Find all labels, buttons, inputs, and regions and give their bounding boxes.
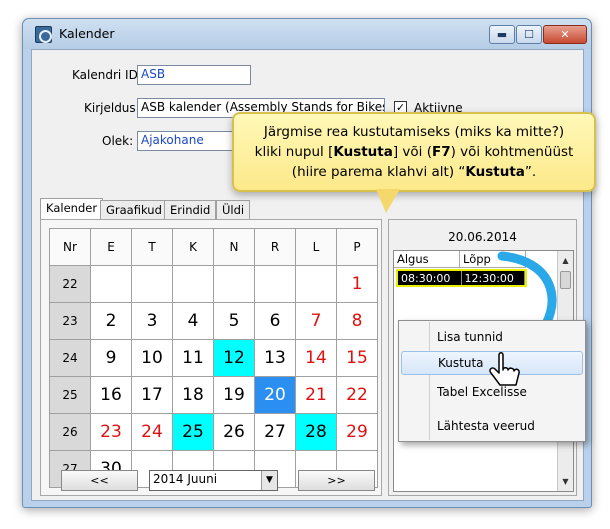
day-cell[interactable] — [296, 266, 337, 303]
day-cell[interactable]: 24 — [132, 414, 173, 451]
col-header: N — [214, 229, 255, 266]
callout-line-3: (hiire parema klahvi alt) “Kustuta”. — [291, 164, 537, 180]
day-cell[interactable]: 4 — [173, 303, 214, 340]
day-cell[interactable]: 15 — [337, 340, 378, 377]
row-start-time: 08:30:00 — [398, 271, 462, 285]
day-cell[interactable] — [132, 266, 173, 303]
day-cell[interactable]: 8 — [337, 303, 378, 340]
callout-line-2: kliki nupul [Kustuta] või (F7) või kohtm… — [254, 144, 574, 160]
day-cell[interactable]: 22 — [337, 377, 378, 414]
week-number: 24 — [50, 340, 91, 377]
tab-graafikud[interactable]: Graafikud — [100, 200, 168, 220]
title-bar[interactable]: Kalender ▬ ☐ ✕ — [23, 19, 591, 49]
day-cell[interactable]: 29 — [337, 414, 378, 451]
month-select[interactable]: 2014 Juuni ▼ — [149, 470, 278, 491]
day-cell[interactable]: 5 — [214, 303, 255, 340]
tab-uldine[interactable]: Üldi — [216, 200, 251, 220]
day-cell[interactable]: 27 — [255, 414, 296, 451]
calendar-id-field[interactable]: ASB — [137, 65, 251, 85]
col-header-start[interactable]: Algus — [394, 251, 460, 268]
week-number: 23 — [50, 303, 91, 340]
scroll-down-icon[interactable]: ▼ — [558, 474, 573, 489]
description-label: Kirjeldus: — [84, 101, 140, 115]
calendar-app-icon — [35, 26, 52, 43]
hand-cursor-icon — [489, 352, 520, 386]
col-header: T — [132, 229, 173, 266]
day-cell[interactable]: 17 — [132, 377, 173, 414]
tab-kalender[interactable]: Kalender — [40, 198, 104, 220]
prev-month-button[interactable]: << — [61, 470, 138, 491]
day-cell[interactable]: 12 — [214, 340, 255, 377]
day-cell[interactable]: 23 — [91, 414, 132, 451]
week-number: 22 — [50, 266, 91, 303]
callout-line-1: Järgmise rea kustutamiseks (miks ka mitt… — [263, 124, 565, 140]
day-cell[interactable]: 28 — [296, 414, 337, 451]
chevron-down-icon[interactable]: ▼ — [261, 471, 277, 490]
day-cell[interactable]: 16 — [91, 377, 132, 414]
day-cell[interactable] — [173, 266, 214, 303]
col-header: Nr — [50, 229, 91, 266]
close-button[interactable]: ✕ — [543, 25, 587, 44]
state-label: Olek: — [102, 134, 134, 148]
calendar-id-label: Kalendri ID: — [72, 68, 142, 82]
day-cell[interactable]: 9 — [91, 340, 132, 377]
day-cell[interactable]: 7 — [296, 303, 337, 340]
day-cell[interactable]: 20 — [255, 377, 296, 414]
menu-item-lisa-tunnid[interactable]: Lisa tunnid — [401, 326, 583, 350]
day-cell[interactable] — [255, 266, 296, 303]
week-number: 25 — [50, 377, 91, 414]
month-grid: Nr E T K N R L P 22 1 23 2 3 4 5 6 7 8 24 9 10 11 12 13 14 15 25 16… — [49, 228, 378, 488]
next-month-button[interactable]: >> — [298, 470, 375, 491]
month-select-value: 2014 Juuni — [153, 472, 218, 486]
callout-pointer — [376, 189, 400, 213]
col-header: E — [91, 229, 132, 266]
day-cell[interactable]: 13 — [255, 340, 296, 377]
state-field[interactable]: Ajakohane — [137, 131, 237, 151]
calendar-panel: Nr E T K N R L P 22 1 23 2 3 4 5 6 7 8 24 9 10 11 12 13 14 15 25 16… — [40, 219, 382, 496]
day-cell[interactable]: 26 — [214, 414, 255, 451]
day-cell[interactable]: 2 — [91, 303, 132, 340]
col-header: K — [173, 229, 214, 266]
day-cell[interactable]: 18 — [173, 377, 214, 414]
week-number: 26 — [50, 414, 91, 451]
day-cell[interactable]: 3 — [132, 303, 173, 340]
day-cell[interactable]: 6 — [255, 303, 296, 340]
window-title: Kalender — [59, 26, 115, 41]
maximize-button[interactable]: ☐ — [516, 25, 542, 44]
menu-item-lahtesta-veerud[interactable]: Lähtesta veerud — [401, 415, 583, 439]
day-cell[interactable] — [91, 266, 132, 303]
col-header: L — [296, 229, 337, 266]
day-cell[interactable]: 1 — [337, 266, 378, 303]
col-header: P — [337, 229, 378, 266]
day-cell[interactable]: 10 — [132, 340, 173, 377]
day-cell[interactable]: 21 — [296, 377, 337, 414]
day-cell[interactable]: 11 — [173, 340, 214, 377]
instruction-callout: Järgmise rea kustutamiseks (miks ka mitt… — [232, 112, 596, 192]
day-cell[interactable]: 19 — [214, 377, 255, 414]
day-cell[interactable]: 25 — [173, 414, 214, 451]
col-header: R — [255, 229, 296, 266]
minimize-button[interactable]: ▬ — [489, 25, 515, 44]
selected-date: 20.06.2014 — [448, 230, 517, 244]
tab-erindid[interactable]: Erindid — [164, 200, 217, 220]
day-cell[interactable] — [214, 266, 255, 303]
day-cell[interactable]: 14 — [296, 340, 337, 377]
